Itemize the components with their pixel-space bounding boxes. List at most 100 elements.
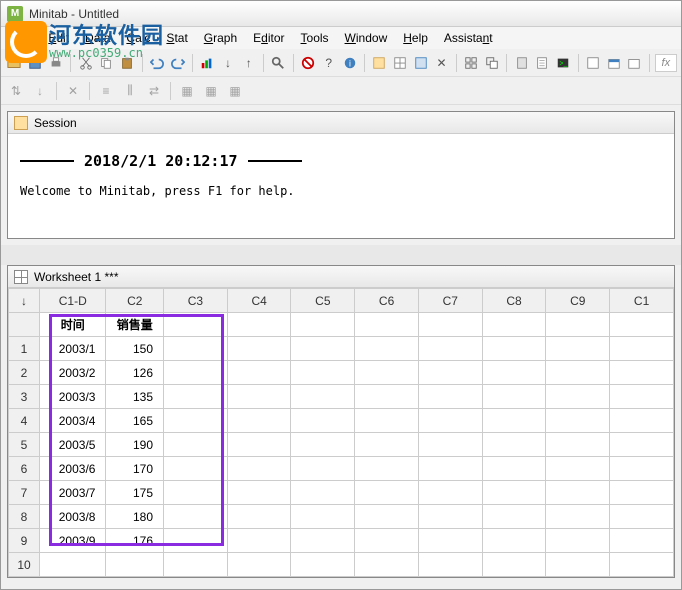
data-cell[interactable] [610, 361, 674, 385]
data-cell[interactable] [164, 409, 228, 433]
data-cell[interactable] [546, 361, 610, 385]
data-cell[interactable] [291, 337, 355, 361]
data-cell[interactable] [355, 361, 419, 385]
data-cell[interactable] [610, 409, 674, 433]
row-header[interactable]: 6 [9, 457, 40, 481]
data-cell[interactable] [482, 433, 546, 457]
data-cell[interactable] [227, 409, 291, 433]
data-cell[interactable] [355, 337, 419, 361]
data-cell[interactable] [227, 529, 291, 553]
cascade-icon[interactable] [483, 52, 502, 74]
data-cell[interactable] [418, 361, 482, 385]
data-cell[interactable] [610, 337, 674, 361]
data-cell[interactable]: 2003/1 [40, 337, 106, 361]
data-cell[interactable] [291, 457, 355, 481]
data-cell[interactable] [291, 361, 355, 385]
data-cell[interactable]: 2003/4 [40, 409, 106, 433]
data-cell[interactable] [546, 337, 610, 361]
col-name-cell[interactable] [355, 313, 419, 337]
col-name-cell[interactable] [610, 313, 674, 337]
menu-window[interactable]: Window [337, 29, 396, 47]
data-cell[interactable] [291, 409, 355, 433]
sort-icon[interactable]: ⇅ [5, 80, 27, 102]
row-header[interactable]: 2 [9, 361, 40, 385]
row-header[interactable]: 3 [9, 385, 40, 409]
data-cell[interactable] [418, 457, 482, 481]
col-name-cell[interactable] [291, 313, 355, 337]
data-cell[interactable] [610, 553, 674, 577]
format-icon[interactable]: ▦ [224, 80, 246, 102]
menu-help[interactable]: Help [395, 29, 436, 47]
data-cell[interactable] [546, 385, 610, 409]
data-cell[interactable] [418, 337, 482, 361]
col-name-cell[interactable]: 时间 [40, 313, 106, 337]
redo-icon[interactable] [168, 52, 187, 74]
menu-assistant[interactable]: Assistant [436, 29, 501, 47]
insert-cell-icon[interactable]: ▦ [176, 80, 198, 102]
data-cell[interactable] [546, 457, 610, 481]
worksheet-header[interactable]: Worksheet 1 *** [8, 266, 674, 288]
data-cell[interactable] [482, 361, 546, 385]
session-header[interactable]: Session [8, 112, 674, 134]
data-cell[interactable] [546, 505, 610, 529]
data-cell[interactable]: 2003/6 [40, 457, 106, 481]
data-cell[interactable] [418, 409, 482, 433]
data-cell[interactable]: 165 [106, 409, 164, 433]
row-header[interactable]: 4 [9, 409, 40, 433]
data-cell[interactable]: 170 [106, 457, 164, 481]
data-cell[interactable] [227, 361, 291, 385]
col-header[interactable]: C5 [291, 289, 355, 313]
data-cell[interactable] [610, 505, 674, 529]
data-cell[interactable] [227, 385, 291, 409]
data-cell[interactable] [355, 457, 419, 481]
data-cell[interactable] [164, 337, 228, 361]
formula-box[interactable]: fx [655, 54, 678, 72]
data-cell[interactable] [482, 457, 546, 481]
data-cell[interactable] [546, 409, 610, 433]
data-cell[interactable] [227, 481, 291, 505]
menu-graph[interactable]: Graph [196, 29, 245, 47]
data-cell[interactable] [291, 553, 355, 577]
data-cell[interactable] [546, 481, 610, 505]
data-cell[interactable] [418, 385, 482, 409]
row-header[interactable]: 1 [9, 337, 40, 361]
session-icon[interactable] [370, 52, 389, 74]
data-cell[interactable] [418, 529, 482, 553]
data-cell[interactable] [610, 385, 674, 409]
data-cell[interactable] [291, 529, 355, 553]
panel-splitter[interactable] [1, 245, 681, 265]
col-name-cell[interactable] [418, 313, 482, 337]
data-cell[interactable] [610, 529, 674, 553]
col-name-cell[interactable] [482, 313, 546, 337]
data-cell[interactable]: 2003/8 [40, 505, 106, 529]
col-name-cell[interactable] [546, 313, 610, 337]
data-cell[interactable] [106, 553, 164, 577]
row-header[interactable] [9, 313, 40, 337]
data-cell[interactable] [546, 553, 610, 577]
data-cell[interactable]: 2003/7 [40, 481, 106, 505]
stop-icon[interactable] [299, 52, 318, 74]
data-cell[interactable]: 126 [106, 361, 164, 385]
data-cell[interactable]: 2003/3 [40, 385, 106, 409]
data-cell[interactable] [291, 385, 355, 409]
data-cell[interactable] [164, 457, 228, 481]
notepad-icon[interactable] [533, 52, 552, 74]
data-cell[interactable] [355, 529, 419, 553]
col-header[interactable]: C7 [418, 289, 482, 313]
col-header[interactable]: C3 [164, 289, 228, 313]
col-name-cell[interactable]: 销售量 [106, 313, 164, 337]
data-cell[interactable]: 135 [106, 385, 164, 409]
data-cell[interactable] [227, 457, 291, 481]
calculator-icon[interactable] [512, 52, 531, 74]
options-icon[interactable] [583, 52, 602, 74]
info-icon[interactable]: i [340, 52, 359, 74]
col-header[interactable]: C1-D [40, 289, 106, 313]
menu-tools[interactable]: Tools [293, 29, 337, 47]
manage-icon[interactable] [625, 52, 644, 74]
data-cell[interactable] [355, 505, 419, 529]
up-icon[interactable]: ↑ [239, 52, 258, 74]
col-name-cell[interactable] [227, 313, 291, 337]
chart-icon[interactable] [198, 52, 217, 74]
data-cell[interactable] [227, 337, 291, 361]
data-cell[interactable] [546, 529, 610, 553]
